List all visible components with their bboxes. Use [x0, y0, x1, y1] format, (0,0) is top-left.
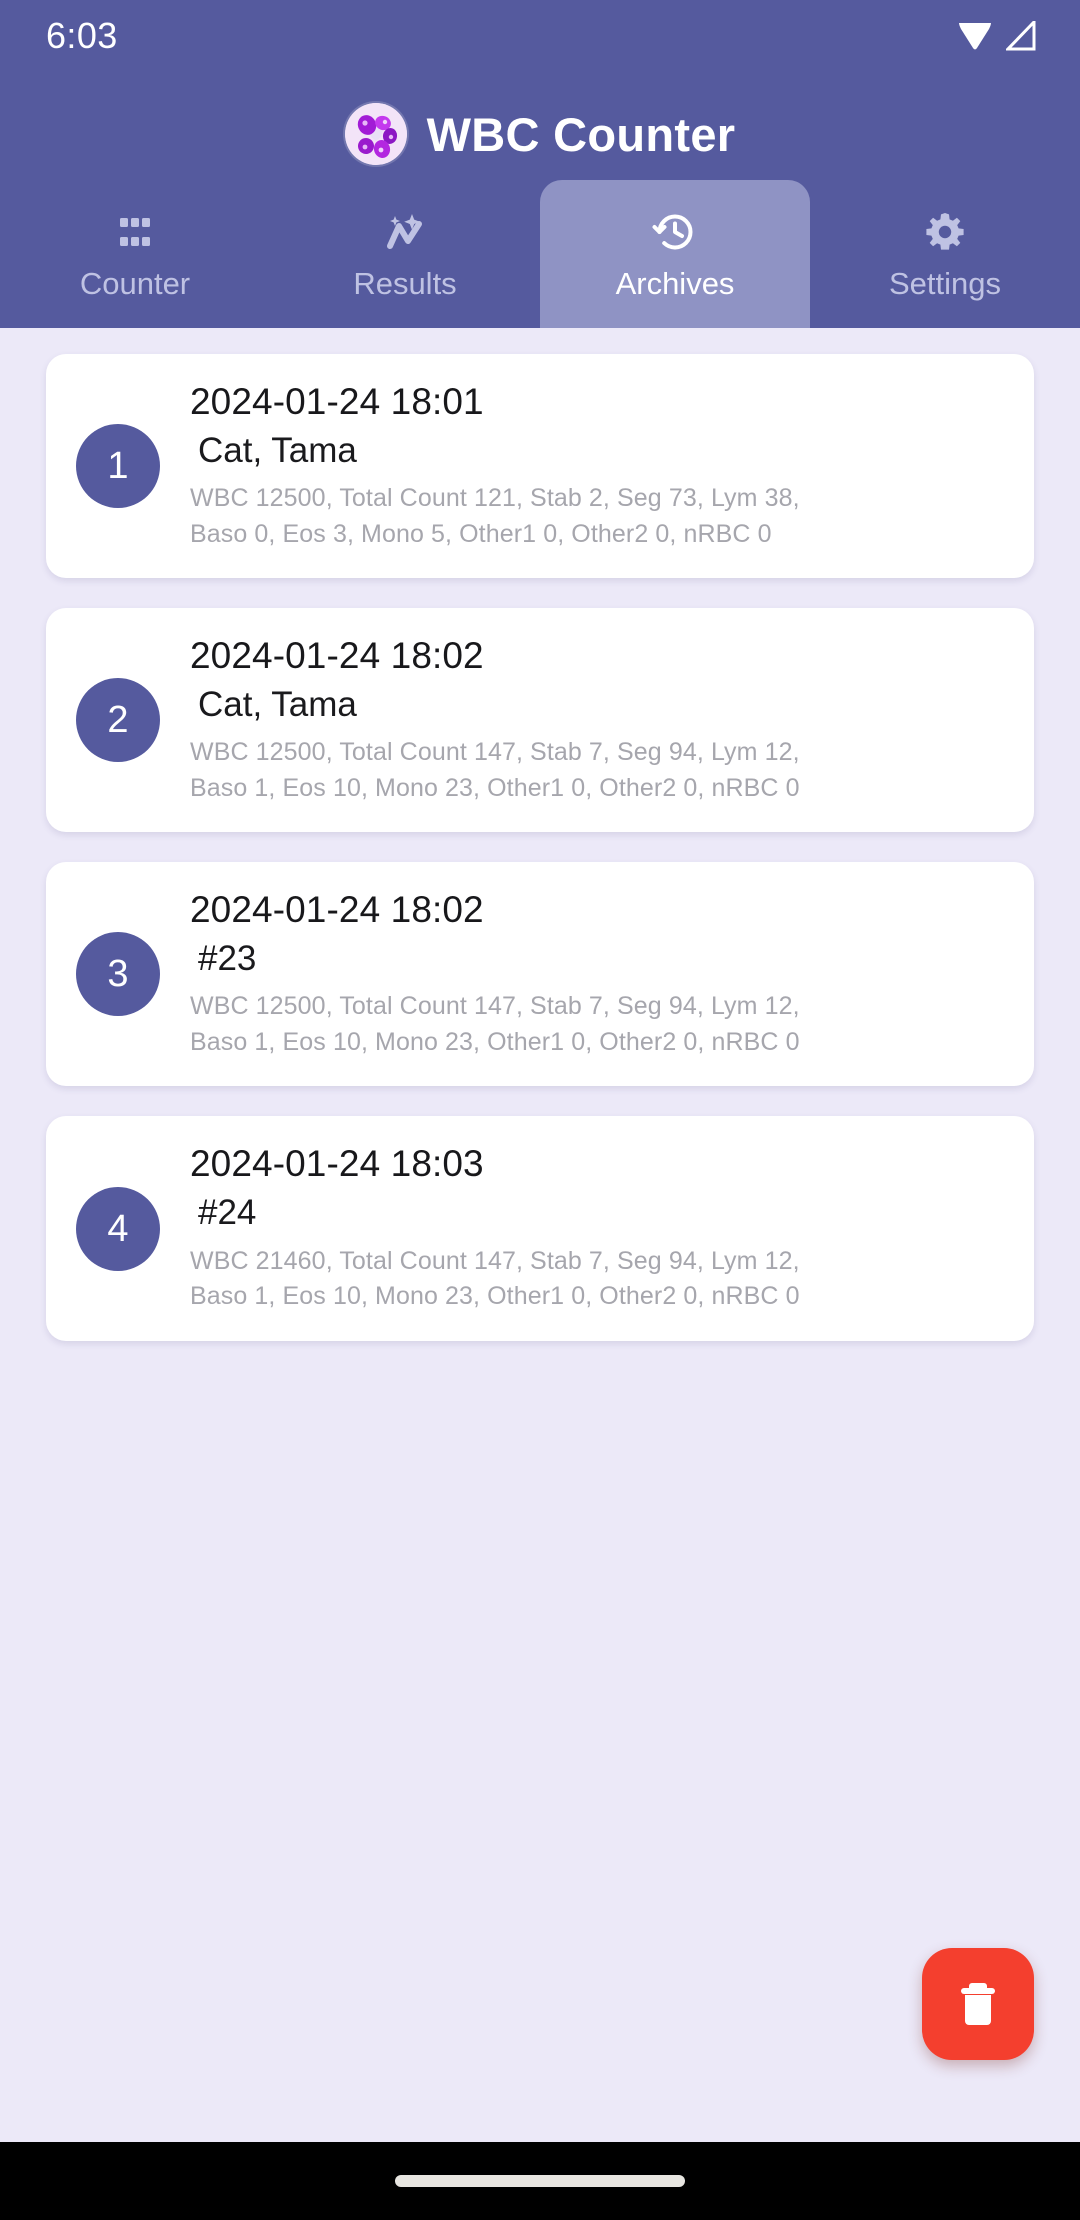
archive-date: 2024-01-24 18:02 — [190, 889, 484, 931]
tab-bar: Counter Results Archives Settings — [0, 180, 1080, 328]
archive-list-item[interactable]: 4 2024-01-24 18:03 #24 WBC 21460, Total … — [46, 1116, 1034, 1341]
archives-list[interactable]: 1 2024-01-24 18:01 Cat, Tama WBC 12500, … — [0, 328, 1080, 2142]
delete-all-button[interactable] — [922, 1948, 1034, 2060]
archive-list-item[interactable]: 3 2024-01-24 18:02 #23 WBC 12500, Total … — [46, 862, 1034, 1087]
archive-detail-line-1: WBC 12500, Total Count 121, Stab 2, Seg … — [190, 484, 800, 513]
archive-name: #23 — [198, 938, 257, 978]
archive-index-badge: 2 — [76, 678, 160, 763]
archive-detail-line-1: WBC 12500, Total Count 147, Stab 7, Seg … — [190, 738, 800, 767]
home-gesture-pill[interactable] — [395, 2175, 685, 2187]
blood-smear-logo-icon — [344, 103, 407, 165]
archive-index-badge: 4 — [76, 1186, 160, 1271]
cellular-signal-icon — [1006, 21, 1038, 51]
trending-sparkle-icon — [381, 210, 429, 254]
tab-archives-label: Archives — [615, 265, 735, 301]
archive-name: Cat, Tama — [198, 684, 357, 724]
archive-card-body: 2024-01-24 18:02 Cat, Tama WBC 12500, To… — [190, 634, 1004, 806]
archive-detail-line-1: WBC 12500, Total Count 147, Stab 7, Seg … — [190, 992, 800, 1021]
app-title: WBC Counter — [426, 107, 736, 161]
archive-list-item[interactable]: 1 2024-01-24 18:01 Cat, Tama WBC 12500, … — [46, 354, 1034, 579]
archive-index-badge: 1 — [76, 424, 160, 509]
archive-detail-line-2: Baso 0, Eos 3, Mono 5, Other1 0, Other2 … — [190, 519, 772, 548]
wifi-icon — [958, 21, 992, 51]
archive-detail-line-2: Baso 1, Eos 10, Mono 23, Other1 0, Other… — [190, 1027, 800, 1056]
archive-name: Cat, Tama — [198, 430, 357, 470]
phone-screen: 6:03 WBC Counter Counter Results Archive… — [0, 0, 1080, 2220]
archive-card-body: 2024-01-24 18:02 #23 WBC 12500, Total Co… — [190, 888, 1004, 1060]
archive-detail-line-2: Baso 1, Eos 10, Mono 23, Other1 0, Other… — [190, 1282, 800, 1311]
status-time: 6:03 — [46, 15, 118, 56]
app-bar: WBC Counter Counter Results Archives Set… — [0, 72, 1080, 328]
tab-settings[interactable]: Settings — [810, 180, 1080, 328]
status-bar: 6:03 — [0, 0, 1080, 72]
grid-icon — [113, 210, 157, 254]
status-icon-group — [958, 21, 1038, 51]
tab-results-label: Results — [353, 265, 457, 301]
tab-counter[interactable]: Counter — [0, 180, 270, 328]
archive-detail-line-2: Baso 1, Eos 10, Mono 23, Other1 0, Other… — [190, 773, 800, 802]
tab-counter-label: Counter — [79, 265, 191, 301]
tab-settings-label: Settings — [888, 265, 1001, 301]
archive-name: #24 — [198, 1193, 257, 1233]
gear-icon — [922, 210, 968, 254]
history-clock-icon — [652, 210, 698, 254]
tab-results[interactable]: Results — [270, 180, 540, 328]
archive-card-body: 2024-01-24 18:03 #24 WBC 21460, Total Co… — [190, 1142, 1004, 1314]
tab-archives[interactable]: Archives — [540, 180, 810, 328]
system-navigation-bar — [0, 2142, 1080, 2220]
archive-index-badge: 3 — [76, 932, 160, 1017]
archive-list-item[interactable]: 2 2024-01-24 18:02 Cat, Tama WBC 12500, … — [46, 608, 1034, 833]
archive-date: 2024-01-24 18:01 — [190, 381, 484, 422]
app-title-row: WBC Counter — [0, 88, 1080, 180]
archive-date: 2024-01-24 18:02 — [190, 635, 484, 677]
trash-icon — [954, 1978, 1002, 2030]
archive-date: 2024-01-24 18:03 — [190, 1143, 484, 1185]
archive-card-body: 2024-01-24 18:01 Cat, Tama WBC 12500, To… — [190, 380, 1004, 552]
archive-detail-line-1: WBC 21460, Total Count 147, Stab 7, Seg … — [190, 1246, 800, 1275]
